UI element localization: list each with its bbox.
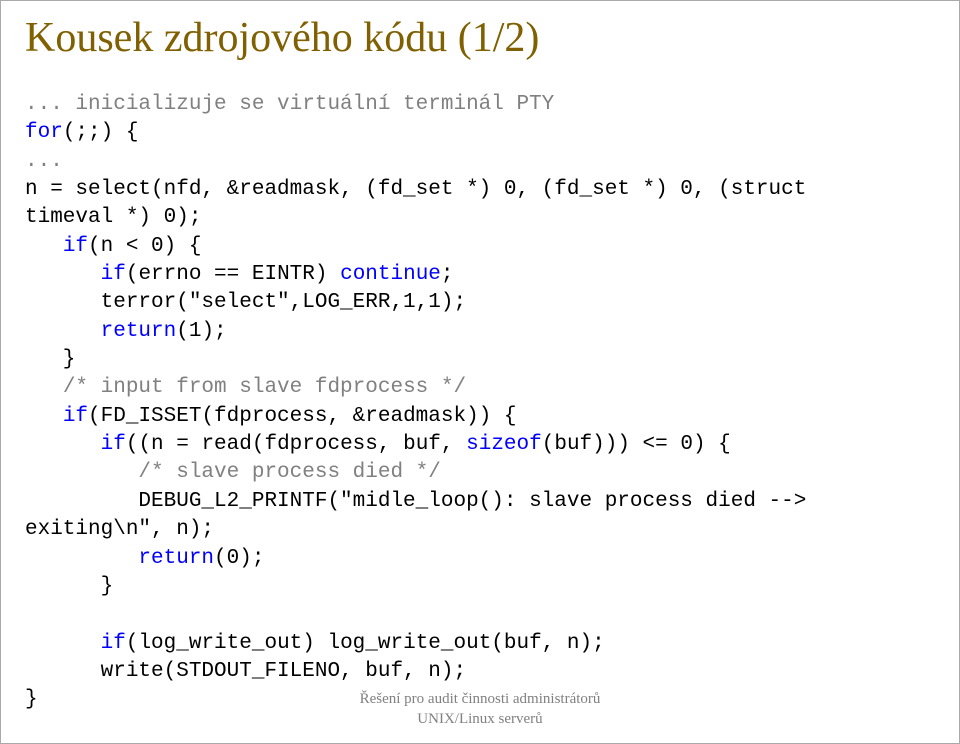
code-comment: ...: [25, 150, 63, 173]
code-comment: /* input from slave fdprocess */: [63, 376, 466, 399]
code-text: (1);: [176, 320, 226, 343]
code-text: ;: [441, 263, 454, 286]
code-text: [25, 376, 63, 399]
code-text: [25, 320, 101, 343]
footer-line-1: Řešení pro audit činnosti administrátorů: [1, 690, 959, 710]
code-text: exiting\n", n);: [25, 518, 214, 541]
code-keyword: if: [101, 632, 126, 655]
code-text: DEBUG_L2_PRINTF("midle_loop(): slave pro…: [25, 490, 806, 513]
code-text: write(STDOUT_FILENO, buf, n);: [25, 660, 466, 683]
code-text: (log_write_out) log_write_out(buf, n);: [126, 632, 605, 655]
code-keyword: return: [138, 547, 214, 570]
code-text: [25, 405, 63, 428]
code-keyword: if: [101, 433, 126, 456]
code-keyword: sizeof: [466, 433, 542, 456]
code-text: (n < 0) {: [88, 235, 201, 258]
code-text: [25, 461, 138, 484]
code-text: timeval *) 0);: [25, 206, 201, 229]
code-keyword: if: [63, 235, 88, 258]
slide-body: ... inicializuje se virtuální terminál P…: [25, 91, 935, 715]
slide-title: Kousek zdrojového kódu (1/2): [25, 15, 935, 61]
code-text: (0);: [214, 547, 264, 570]
code-keyword: if: [101, 263, 126, 286]
slide-footer: Řešení pro audit činnosti administrátorů…: [1, 690, 959, 729]
code-text: }: [25, 575, 113, 598]
code-keyword: for: [25, 121, 63, 144]
code-text: [25, 632, 101, 655]
code-keyword: if: [63, 405, 88, 428]
code-text: (errno == EINTR): [126, 263, 340, 286]
code-keyword: continue: [340, 263, 441, 286]
slide: Kousek zdrojového kódu (1/2) ... inicial…: [0, 0, 960, 744]
code-text: (buf))) <= 0) {: [542, 433, 731, 456]
code-text: }: [25, 348, 75, 371]
code-text: [25, 547, 138, 570]
code-text: (FD_ISSET(fdprocess, &readmask)) {: [88, 405, 516, 428]
code-keyword: return: [101, 320, 177, 343]
code-text: [25, 235, 63, 258]
footer-line-2: UNIX/Linux serverů: [1, 710, 959, 730]
code-text: [25, 263, 101, 286]
code-comment: /* slave process died */: [138, 461, 440, 484]
code-block: ... inicializuje se virtuální terminál P…: [25, 91, 935, 715]
code-comment: ... inicializuje se virtuální terminál P…: [25, 93, 554, 116]
code-text: ((n = read(fdprocess, buf,: [126, 433, 466, 456]
code-text: (;;) {: [63, 121, 139, 144]
code-text: n = select(nfd, &readmask, (fd_set *) 0,…: [25, 178, 806, 201]
code-text: [25, 433, 101, 456]
code-text: terror("select",LOG_ERR,1,1);: [25, 291, 466, 314]
